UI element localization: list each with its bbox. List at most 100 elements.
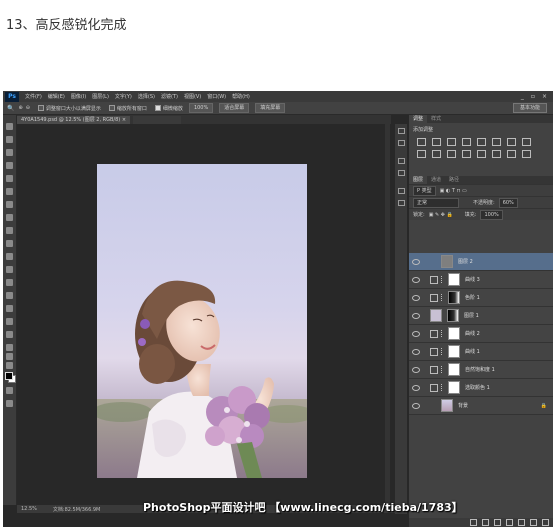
layer-mask-thumbnail[interactable]: [447, 309, 459, 322]
layer-row[interactable]: 选取颜色 1: [409, 379, 553, 397]
chain-link-icon[interactable]: [441, 366, 445, 373]
zoom-tool-icon[interactable]: [6, 362, 13, 369]
zoom-level[interactable]: 12.5%: [21, 506, 37, 512]
color-lookup-icon[interactable]: [447, 150, 456, 158]
zoom-tool-icon[interactable]: 🔍: [7, 105, 14, 112]
dodge-tool-icon[interactable]: [6, 292, 13, 299]
layer-row[interactable]: 色阶 1: [409, 289, 553, 307]
quick-mask-icon[interactable]: [6, 387, 13, 394]
fill-screen-button[interactable]: 填充屏幕: [255, 103, 286, 113]
posterize-icon[interactable]: [477, 150, 486, 158]
menu-help[interactable]: 帮助(H): [232, 93, 250, 100]
document-tab-active[interactable]: 4Y0A1549.psd @ 12.5% (图层 2, RGB/8) ×: [17, 116, 131, 124]
actions-panel-icon[interactable]: [398, 140, 405, 146]
layer-mask-thumbnail[interactable]: [448, 381, 460, 394]
menu-layer[interactable]: 图层(L): [92, 93, 109, 100]
layer-row[interactable]: 曲线 2: [409, 325, 553, 343]
gradient-tool-icon[interactable]: [6, 266, 13, 273]
chain-link-icon[interactable]: [441, 348, 445, 355]
layer-mask-thumbnail[interactable]: [448, 345, 460, 358]
blend-mode-select[interactable]: 正常: [413, 197, 459, 208]
lasso-tool-icon[interactable]: [6, 149, 13, 156]
visibility-eye-icon[interactable]: [412, 258, 420, 265]
visibility-eye-icon[interactable]: [412, 312, 420, 319]
layer-thumbnail[interactable]: [441, 399, 453, 412]
photo-filter-icon[interactable]: [417, 150, 426, 158]
lock-icons[interactable]: ▣ ✎ ✥ 🔒: [429, 212, 453, 218]
layer-row[interactable]: 图层 2: [409, 253, 553, 271]
zoom-100-button[interactable]: 100%: [188, 103, 214, 113]
opacity-input[interactable]: 60%: [498, 197, 518, 208]
chain-link-icon[interactable]: [441, 330, 445, 337]
info-panel-icon[interactable]: [398, 158, 405, 164]
canvas-area[interactable]: [17, 124, 391, 505]
marquee-tool-icon[interactable]: [6, 136, 13, 143]
menu-edit[interactable]: 编辑(E): [48, 93, 65, 100]
visibility-eye-icon[interactable]: [412, 276, 420, 283]
menu-view[interactable]: 视图(V): [184, 93, 201, 100]
visibility-eye-icon[interactable]: [412, 384, 420, 391]
clone-stamp-tool-icon[interactable]: [6, 227, 13, 234]
menu-window[interactable]: 窗口(W): [207, 93, 226, 100]
history-panel-icon[interactable]: [398, 128, 405, 134]
tab-styles[interactable]: 样式: [427, 115, 445, 123]
visibility-eye-icon[interactable]: [412, 402, 420, 409]
document-tab[interactable]: [133, 116, 182, 124]
add-mask-icon[interactable]: [494, 519, 501, 526]
visibility-eye-icon[interactable]: [412, 366, 420, 373]
foreground-color-swatch[interactable]: [5, 372, 13, 380]
move-tool-icon[interactable]: [6, 123, 13, 130]
delete-layer-icon[interactable]: [542, 519, 549, 526]
eyedropper-tool-icon[interactable]: [6, 188, 13, 195]
brush-tool-icon[interactable]: [6, 214, 13, 221]
layer-row[interactable]: 背景 🔒: [409, 397, 553, 415]
menu-type[interactable]: 文字(Y): [115, 93, 132, 100]
path-select-tool-icon[interactable]: [6, 331, 13, 338]
maximize-button[interactable]: ▫: [531, 93, 535, 100]
tab-layers[interactable]: 图层: [409, 176, 428, 184]
visibility-eye-icon[interactable]: [412, 348, 420, 355]
screen-mode-icon[interactable]: [6, 400, 13, 407]
layer-thumbnail[interactable]: [441, 255, 453, 268]
new-group-icon[interactable]: [518, 519, 525, 526]
paragraph-panel-icon[interactable]: [398, 200, 405, 206]
visibility-eye-icon[interactable]: [412, 330, 420, 337]
layer-mask-thumbnail[interactable]: [448, 273, 460, 286]
brightness-contrast-icon[interactable]: [417, 138, 426, 146]
layer-row[interactable]: 曲线 3: [409, 271, 553, 289]
canvas-scrollbar[interactable]: [385, 124, 390, 505]
scrubby-zoom-checkbox[interactable]: 细微缩放: [154, 105, 183, 112]
visibility-eye-icon[interactable]: [412, 294, 420, 301]
selective-color-icon[interactable]: [522, 150, 531, 158]
new-layer-icon[interactable]: [530, 519, 537, 526]
healing-tool-icon[interactable]: [6, 201, 13, 208]
menu-select[interactable]: 选择(S): [138, 93, 155, 100]
color-balance-icon[interactable]: [507, 138, 516, 146]
pen-tool-icon[interactable]: [6, 305, 13, 312]
zoom-all-windows-checkbox[interactable]: 缩放所有窗口: [108, 105, 147, 112]
eraser-tool-icon[interactable]: [6, 253, 13, 260]
type-tool-icon[interactable]: [6, 318, 13, 325]
zoom-in-icon[interactable]: ⊕: [18, 105, 22, 111]
layer-mask-thumbnail[interactable]: [448, 327, 460, 340]
filter-icons[interactable]: ▣ ◐ T ⊓ ▭: [440, 188, 467, 194]
menu-image[interactable]: 图像(I): [71, 93, 86, 100]
close-button[interactable]: ×: [542, 93, 547, 100]
document-size[interactable]: 文档:82.5M/366.9M: [53, 506, 100, 513]
hand-tool-icon[interactable]: [6, 353, 13, 360]
crop-tool-icon[interactable]: [6, 175, 13, 182]
chain-link-icon[interactable]: [441, 276, 445, 283]
blur-tool-icon[interactable]: [6, 279, 13, 286]
gradient-map-icon[interactable]: [507, 150, 516, 158]
layer-row[interactable]: 图层 1: [409, 307, 553, 325]
threshold-icon[interactable]: [492, 150, 501, 158]
layer-row[interactable]: 自然饱和度 1: [409, 361, 553, 379]
character-panel-icon[interactable]: [398, 188, 405, 194]
menu-file[interactable]: 文件(F): [25, 93, 42, 100]
channel-mixer-icon[interactable]: [432, 150, 441, 158]
chain-link-icon[interactable]: [441, 384, 445, 391]
chain-link-icon[interactable]: [441, 294, 445, 301]
invert-icon[interactable]: [462, 150, 471, 158]
zoom-out-icon[interactable]: ⊖: [26, 105, 30, 111]
layer-row[interactable]: 曲线 1: [409, 343, 553, 361]
